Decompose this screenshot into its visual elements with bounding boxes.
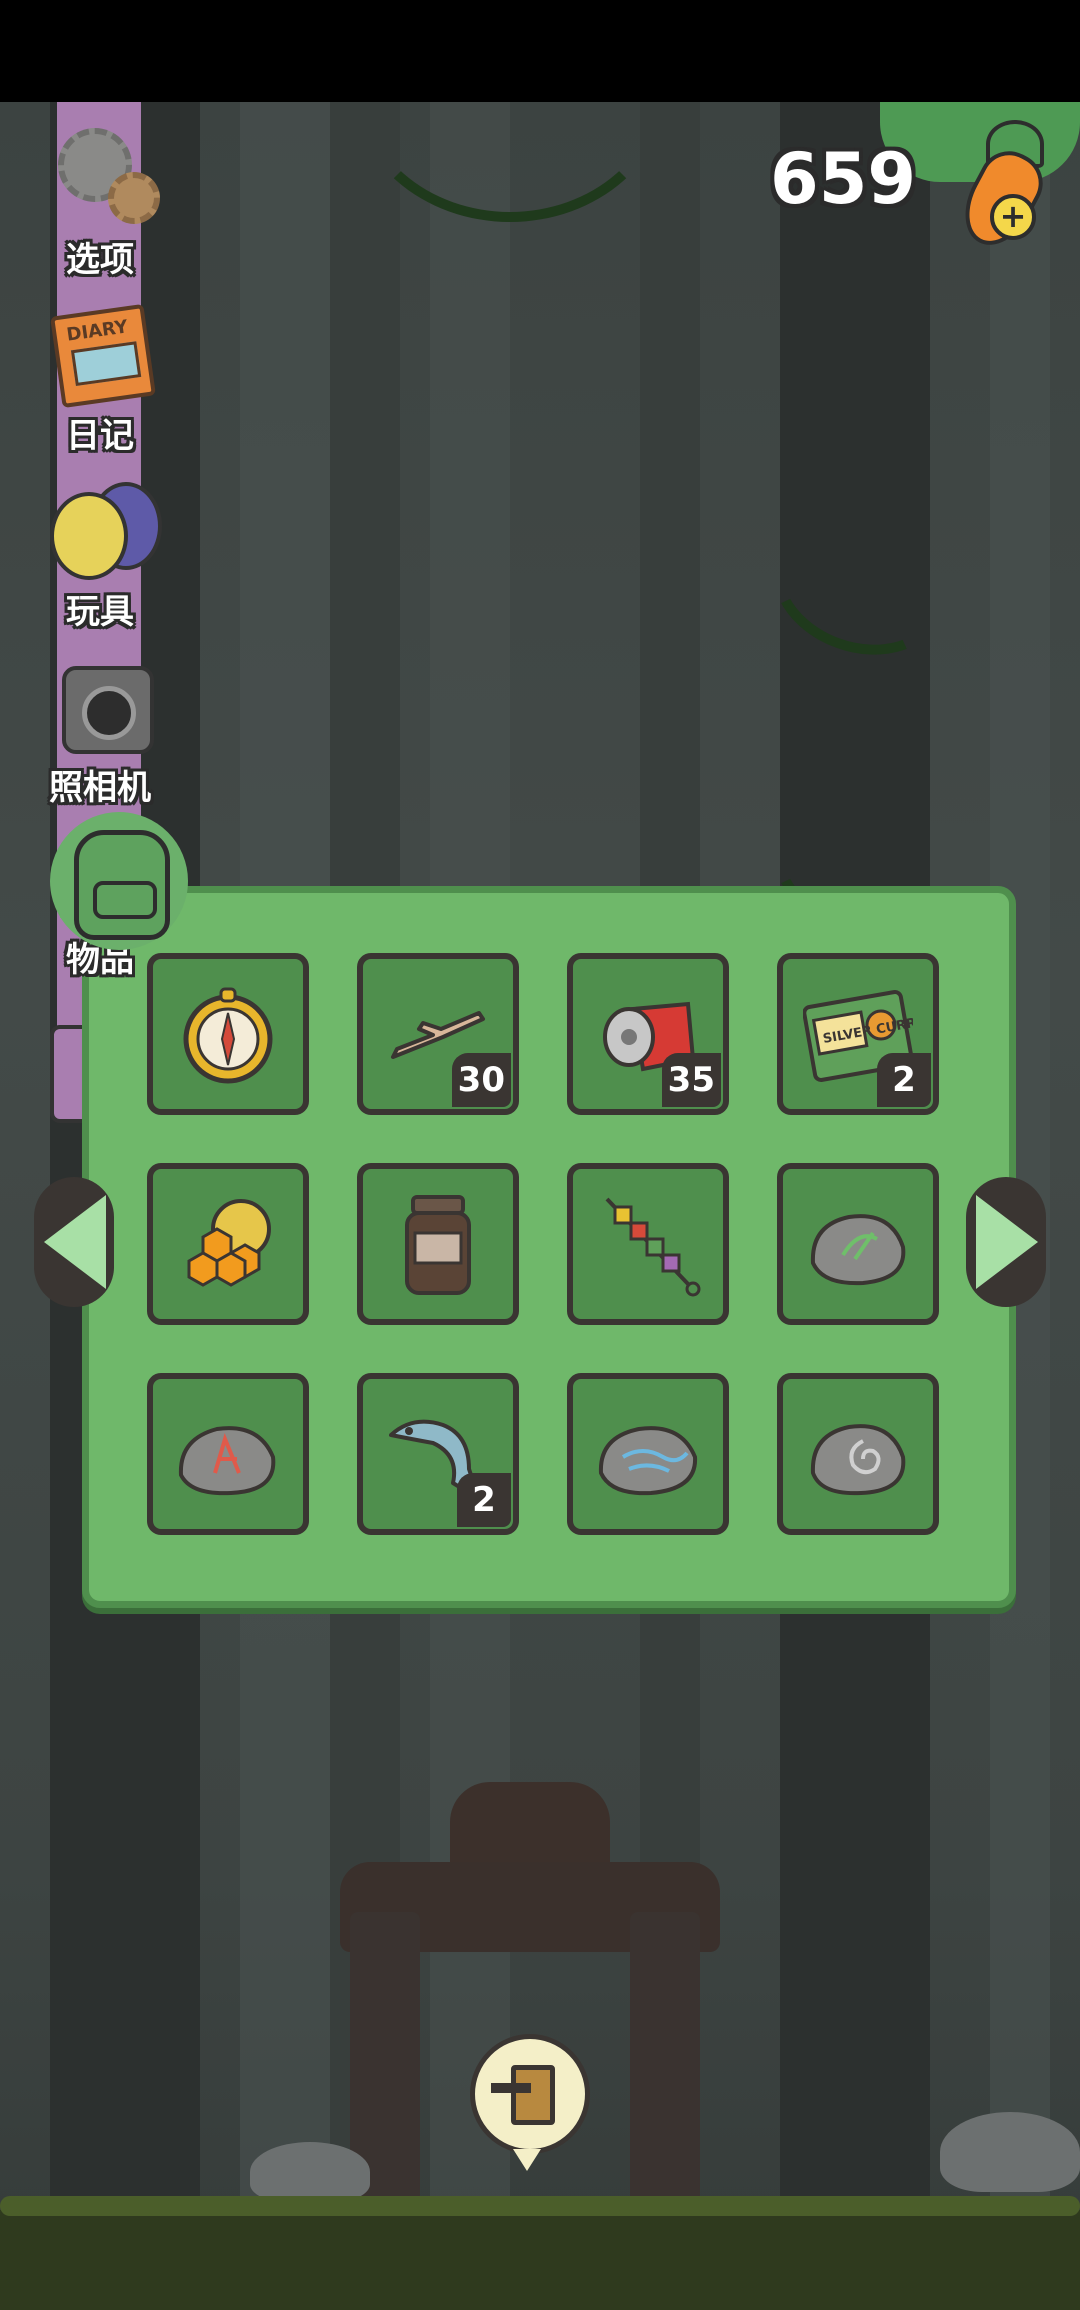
inventory-slot-jar[interactable]: [357, 1163, 519, 1325]
inventory-panel: 30 35 SILVER CURRY 2 2: [82, 886, 1016, 1608]
inventory-slot-green-stone[interactable]: [777, 1163, 939, 1325]
item-count: 35: [661, 1053, 721, 1107]
sidebar-item-camera[interactable]: 照相机: [18, 648, 182, 809]
inventory-slot-skewer[interactable]: [567, 1163, 729, 1325]
camera-icon: [40, 648, 160, 758]
plus-icon: +: [990, 194, 1036, 240]
sidebar-item-options[interactable]: 选项: [18, 120, 182, 281]
item-count: 2: [457, 1473, 511, 1527]
inventory-slot-red-stone[interactable]: [147, 1373, 309, 1535]
sidebar-item-label: 日记: [66, 416, 134, 456]
previous-page-button[interactable]: [34, 1177, 114, 1307]
next-page-button[interactable]: [966, 1177, 1046, 1307]
carrot-count: 659: [770, 138, 917, 220]
item-count: 30: [451, 1053, 511, 1107]
status-bar: [0, 0, 1080, 102]
right-arrow-icon: [976, 1195, 1038, 1289]
item-count: 2: [877, 1053, 931, 1107]
exit-button[interactable]: [470, 2034, 590, 2171]
left-arrow-icon: [44, 1195, 106, 1289]
diary-icon: DIARY: [40, 296, 160, 409]
kebab-skewer-icon: [605, 1197, 701, 1297]
inventory-slot-can[interactable]: 35: [567, 953, 729, 1115]
sidebar-item-label: 玩具: [66, 592, 134, 632]
inventory-slot-curry[interactable]: SILVER CURRY 2: [777, 953, 939, 1115]
inventory-slot-wind-stone[interactable]: [567, 1373, 729, 1535]
inventory-slot-honeycomb[interactable]: [147, 1163, 309, 1325]
backpack-icon: [40, 812, 188, 950]
sidebar-item-items[interactable]: 物品: [18, 812, 188, 981]
toy-balls-icon: [40, 472, 162, 582]
gear-icon: [40, 120, 160, 230]
wind-glyph-stone-icon: [598, 1426, 698, 1496]
sidebar-item-label: 选项: [66, 240, 134, 280]
sidebar-item-label: 照相机: [49, 768, 151, 808]
inventory-slot-spiral-stone[interactable]: [777, 1373, 939, 1535]
honeycomb-icon: [187, 1199, 271, 1287]
jar-icon: [405, 1195, 471, 1295]
spiral-glyph-stone-icon: [810, 1424, 906, 1496]
inventory-slot-fish[interactable]: 2: [357, 1373, 519, 1535]
sidebar-item-toys[interactable]: 玩具: [18, 472, 182, 633]
sidebar-item-diary[interactable]: DIARY 日记: [18, 296, 182, 457]
compass-icon: [183, 987, 273, 1084]
exit-door-icon: [511, 2065, 555, 2125]
inventory-slot-stick[interactable]: 30: [357, 953, 519, 1115]
green-glyph-stone-icon: [810, 1214, 906, 1286]
red-glyph-stone-icon: [178, 1426, 276, 1496]
add-carrots-button[interactable]: +: [950, 120, 1060, 258]
